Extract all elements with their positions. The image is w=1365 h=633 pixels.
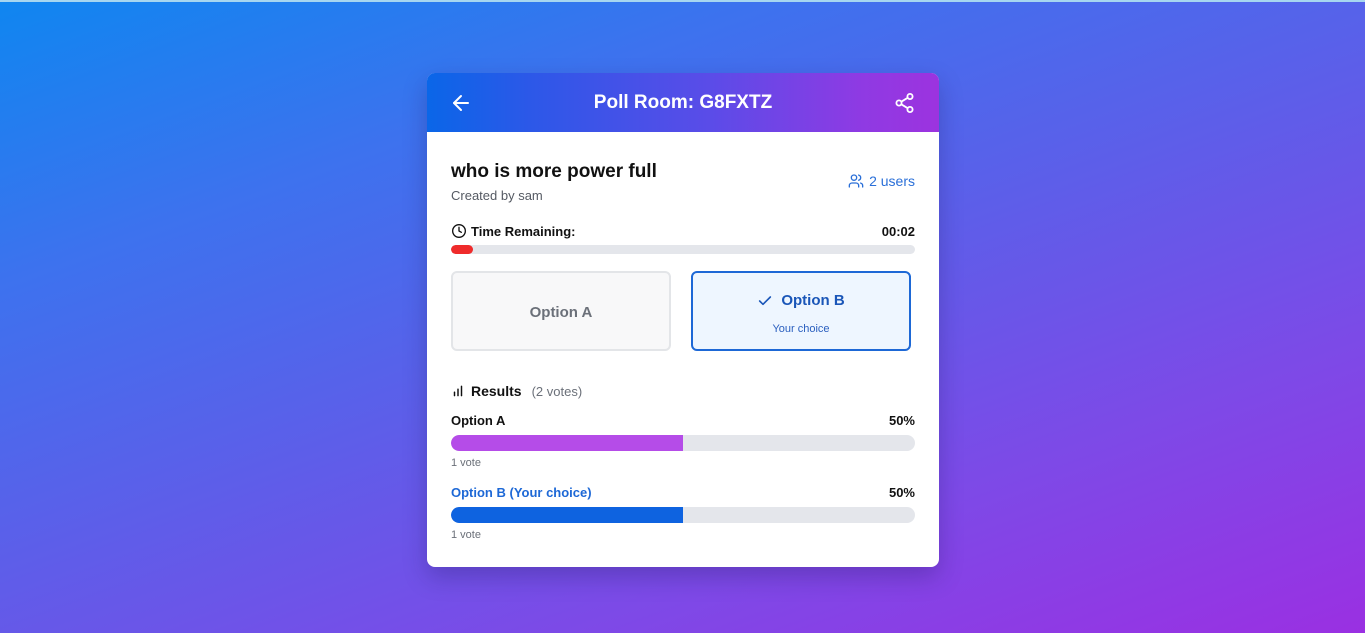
- option-b-button[interactable]: Option B Your choice: [691, 271, 911, 351]
- browser-top-line: [0, 0, 1365, 2]
- result-bar-track-option-a: [451, 435, 915, 451]
- results-header: Results (2 votes): [451, 383, 582, 399]
- bar-chart-icon: [453, 385, 463, 397]
- share-icon: [895, 93, 914, 113]
- option-b-label-row: Option B: [693, 292, 909, 309]
- option-b-label: Option B: [781, 292, 845, 309]
- timer-label-text: Time Remaining:: [471, 223, 576, 239]
- result-votes-option-b: 1 vote: [451, 529, 481, 541]
- result-votes-option-a: 1 vote: [451, 457, 481, 469]
- result-percent-option-b: 50%: [888, 485, 915, 500]
- page-title: Poll Room: G8FXTZ: [593, 92, 773, 113]
- result-bar-track-option-b: [451, 507, 915, 523]
- poll-card: Poll Room: G8FXTZ who is more power full…: [427, 73, 939, 567]
- timer-progress-fill: [451, 245, 473, 254]
- option-a-label: Option A: [529, 304, 593, 321]
- clock-icon: [452, 224, 466, 238]
- option-a-button[interactable]: Option A: [451, 271, 671, 351]
- timer-value: 00:02: [881, 224, 915, 239]
- users-icon: [848, 174, 864, 188]
- share-button[interactable]: [893, 91, 917, 115]
- users-count-label: 2 users: [869, 173, 915, 189]
- results-total-votes: (2 votes): [531, 383, 583, 399]
- result-bar-fill-option-a: [451, 435, 683, 451]
- poll-question: who is more power full: [451, 161, 657, 182]
- results-title: Results: [471, 383, 522, 399]
- result-bar-fill-option-b: [451, 507, 683, 523]
- your-choice-label: Your choice: [772, 323, 830, 335]
- result-label-option-b: Option B (Your choice): [451, 485, 592, 500]
- timer-label: Time Remaining:: [451, 223, 576, 239]
- poll-creator: Created by sam: [451, 188, 543, 203]
- check-icon: [759, 295, 772, 305]
- users-count-link[interactable]: 2 users: [848, 173, 915, 189]
- result-label-option-a: Option A: [451, 413, 506, 428]
- result-percent-option-a: 50%: [888, 413, 915, 428]
- card-header: Poll Room: G8FXTZ: [427, 73, 939, 132]
- timer-progress-track: [451, 245, 915, 254]
